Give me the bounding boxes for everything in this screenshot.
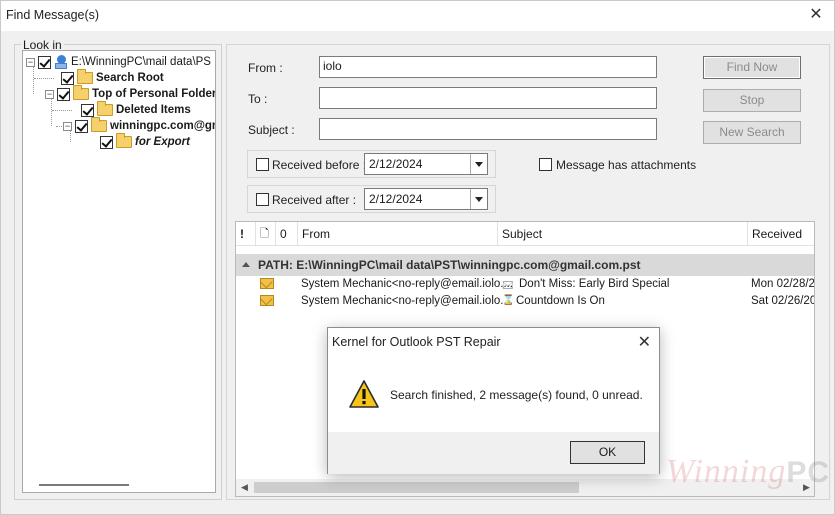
received-after-checkbox[interactable] (256, 193, 269, 206)
tree-scrollbar[interactable] (39, 484, 129, 486)
warning-icon (349, 380, 379, 408)
folder-icon (91, 117, 107, 132)
dialog-title: Kernel for Outlook PST Repair (332, 335, 501, 349)
tree-checkbox[interactable] (81, 103, 94, 117)
row-from: System Mechanic<no-reply@email.iolo.... (301, 295, 514, 307)
watermark-logo: WinningPC (666, 453, 830, 491)
new-search-button[interactable]: New Search (703, 121, 801, 144)
subject-label: Subject : (248, 123, 295, 137)
row-received: Sat 02/26/20 (751, 295, 815, 307)
folder-icon (116, 133, 132, 148)
subject-icon: ⌛ (502, 295, 515, 306)
received-after-date[interactable]: 2/12/2024 (364, 188, 488, 210)
row-subject: Countdown Is On (516, 295, 605, 307)
tree-item-label: Deleted Items (116, 104, 191, 116)
envelope-icon (260, 278, 274, 289)
received-before-date[interactable]: 2/12/2024 (364, 153, 488, 175)
attachments-checkbox[interactable] (539, 158, 552, 171)
column-subject[interactable]: Subject (498, 222, 748, 246)
from-input[interactable]: iolo (319, 56, 657, 78)
column-attachment[interactable]: 0 (276, 222, 298, 246)
tree-item-search-root[interactable]: Search Root (61, 69, 164, 86)
envelope-icon (260, 295, 274, 306)
tree-item-winningpc-account[interactable]: − winningpc.com@gm (63, 117, 216, 134)
received-before-checkbox[interactable] (256, 158, 269, 171)
search-result-dialog: Kernel for Outlook PST Repair ✕ Search f… (327, 327, 660, 474)
column-importance[interactable]: ! (236, 222, 256, 246)
attachments-label: Message has attachments (556, 158, 697, 172)
collapse-group-icon[interactable] (242, 262, 250, 267)
to-label: To : (248, 92, 268, 106)
ok-button[interactable]: OK (570, 441, 645, 464)
scroll-left-icon[interactable]: ◀ (241, 482, 248, 493)
results-group-row[interactable]: PATH: E:\WinningPC\mail data\PST\winning… (236, 254, 814, 276)
table-row[interactable]: System Mechanic<no-reply@email.iolo.... … (236, 294, 815, 311)
tree-item-top-of-personal-folder[interactable]: − Top of Personal Folder (45, 85, 216, 102)
row-from: System Mechanic<no-reply@email.iolo.... (301, 278, 514, 290)
watermark-text: Winning (666, 453, 787, 490)
collapse-icon[interactable]: − (26, 57, 35, 67)
find-now-button[interactable]: Find Now (703, 56, 801, 79)
tree-item-label: for Export (135, 136, 190, 148)
column-from[interactable]: From (298, 222, 498, 246)
folder-icon (77, 69, 93, 84)
folder-tree[interactable]: − E:\WinningPC\mail data\PS Search Root … (22, 50, 216, 493)
tree-item-label: E:\WinningPC\mail data\PS (71, 56, 211, 68)
received-before-label: Received before : (272, 158, 367, 172)
column-received[interactable]: Received (748, 222, 814, 246)
scroll-thumb[interactable] (254, 482, 579, 493)
from-label: From : (248, 61, 283, 75)
tree-checkbox[interactable] (100, 135, 113, 149)
tree-item-deleted-items[interactable]: Deleted Items (81, 101, 191, 118)
column-type[interactable]: 🗋 (256, 222, 276, 246)
window-close-button[interactable]: ✕ (806, 5, 826, 25)
computer-icon (54, 54, 68, 70)
stop-button[interactable]: Stop (703, 89, 801, 112)
group-path: PATH: E:\WinningPC\mail data\PST\winning… (258, 258, 641, 272)
tree-checkbox[interactable] (38, 55, 51, 69)
chevron-down-icon[interactable] (470, 189, 487, 209)
collapse-icon[interactable]: − (45, 89, 54, 99)
title-bar: Find Message(s) ✕ (1, 1, 834, 31)
received-before-value: 2/12/2024 (369, 157, 423, 171)
row-subject: Don't Miss: Early Bird Special (519, 278, 670, 290)
dialog-footer: OK (328, 432, 659, 474)
to-input[interactable] (319, 87, 657, 109)
tree-item-for-export[interactable]: for Export (100, 133, 190, 150)
tree-item-label: winningpc.com@gm (110, 120, 216, 132)
tree-item-pst-root[interactable]: − E:\WinningPC\mail data\PS (26, 54, 211, 70)
row-received: Mon 02/28/2 (751, 278, 815, 290)
tree-item-label: Search Root (96, 72, 164, 84)
tree-checkbox[interactable] (61, 71, 74, 85)
received-after-value: 2/12/2024 (369, 192, 423, 206)
received-after-label: Received after : (272, 193, 357, 207)
tree-item-label: Top of Personal Folder (92, 88, 216, 100)
dialog-close-button[interactable]: ✕ (638, 332, 651, 352)
dialog-message: Search finished, 2 message(s) found, 0 u… (390, 388, 643, 402)
results-header: ! 🗋 0 From Subject Received (236, 222, 814, 246)
window-title: Find Message(s) (6, 8, 100, 22)
folder-icon (73, 85, 89, 100)
collapse-icon[interactable]: − (63, 121, 72, 131)
chevron-down-icon[interactable] (470, 154, 487, 174)
folder-icon (97, 101, 113, 116)
find-messages-window: Find Message(s) ✕ Look in − E:\WinningPC… (0, 0, 835, 515)
subject-input[interactable] (319, 118, 657, 140)
subject-icon: 🖂 (502, 280, 514, 291)
tree-checkbox[interactable] (75, 119, 88, 133)
watermark-text-pc: PC (786, 456, 831, 489)
tree-checkbox[interactable] (57, 87, 70, 101)
table-row[interactable]: System Mechanic<no-reply@email.iolo.... … (236, 277, 815, 294)
